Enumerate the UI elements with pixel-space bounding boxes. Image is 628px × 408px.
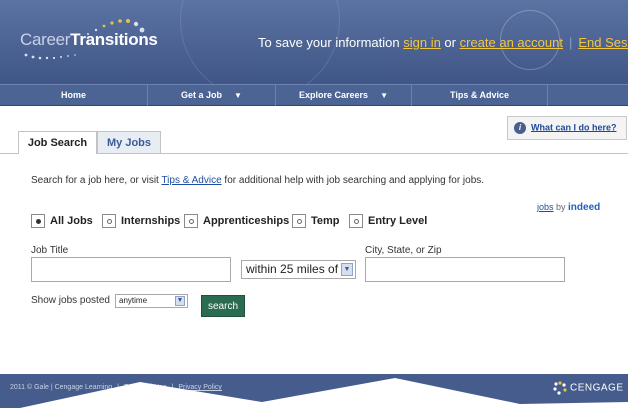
chevron-down-icon[interactable]: ▼ (341, 263, 353, 276)
jobs-link[interactable]: jobs (537, 202, 554, 212)
intro-text: Search for a job here, or visit Tips & A… (31, 175, 484, 186)
radio-all-jobs[interactable]: All Jobs (31, 214, 93, 230)
save-info-message: To save your information sign in or crea… (258, 35, 628, 50)
chevron-down-icon[interactable]: ▼ (175, 296, 185, 306)
radio-label: All Jobs (50, 215, 93, 227)
logo-dots-icon (24, 53, 76, 60)
nav-item-explore-careers[interactable]: Explore Careers ▼ (276, 85, 412, 106)
show-jobs-posted-label: Show jobs posted (31, 295, 110, 306)
radio-entry-level[interactable]: Entry Level (349, 214, 427, 230)
save-prefix-text: To save your information (258, 35, 404, 50)
nav-item-tips-advice[interactable]: Tips & Advice (412, 85, 548, 106)
tab-job-search[interactable]: Job Search (18, 131, 97, 154)
chevron-down-icon: ▼ (380, 91, 388, 100)
radio-temp[interactable]: Temp (292, 214, 340, 230)
radio-label: Temp (311, 215, 340, 227)
radio-dot-icon (297, 219, 302, 225)
posted-date-select[interactable]: anytime ▼ (115, 294, 188, 308)
radio-label: Internships (121, 215, 181, 227)
tab-my-jobs[interactable]: My Jobs (97, 131, 161, 153)
logo-career-text: Career (20, 30, 71, 49)
jobs-by-indeed: jobs by indeed (537, 202, 600, 213)
nav-item-label: Explore Careers (299, 90, 369, 100)
site-header: CareerTransitions To save your informati… (0, 0, 628, 84)
help-label: What can I do here? (531, 122, 617, 133)
info-icon: i (514, 122, 526, 134)
nav-item-label: Get a Job (181, 90, 223, 100)
what-can-i-do-link[interactable]: i What can I do here? (514, 122, 617, 134)
radio-label: Apprenticeships (203, 215, 290, 227)
radio-button[interactable] (31, 214, 45, 229)
radio-dot-icon (107, 219, 112, 225)
search-button[interactable]: search (201, 295, 245, 317)
torn-edge-decoration (0, 378, 628, 408)
nav-item-label: Home (60, 90, 86, 100)
nav-item-label: Tips & Advice (449, 90, 510, 100)
or-text: or (440, 35, 460, 50)
intro-after: for additional help with job searching a… (221, 175, 485, 186)
chevron-down-icon: ▼ (234, 91, 242, 100)
tab-label: Job Search (27, 137, 88, 149)
by-text: by (553, 202, 569, 212)
radio-button[interactable] (102, 214, 116, 229)
main-nav: Home Get a Job ▼ Explore Careers ▼ Tips & … (0, 84, 628, 106)
tab-label: My Jobs (106, 137, 151, 149)
radio-internships[interactable]: Internships (102, 214, 180, 230)
nav-item-get-a-job[interactable]: Get a Job ▼ (148, 85, 276, 106)
intro-before: Search for a job here, or visit (31, 175, 162, 186)
end-session-link[interactable]: End Sessio (578, 35, 628, 50)
sign-in-link[interactable]: sign in (403, 35, 441, 50)
nav-item-home[interactable]: Home (0, 85, 148, 106)
job-title-input[interactable] (31, 257, 231, 282)
header-separator: | (568, 35, 573, 50)
radio-dot-icon (36, 219, 41, 225)
radio-dot-icon (354, 219, 359, 225)
tips-advice-link[interactable]: Tips & Advice (161, 175, 221, 186)
radio-apprenticeships[interactable]: Apprenticeships (184, 214, 289, 230)
create-account-link[interactable]: create an account (460, 35, 563, 50)
logo-transitions-text: Transitions (70, 30, 158, 49)
job-title-label: Job Title (31, 245, 69, 256)
radio-button[interactable] (292, 214, 306, 229)
radio-dot-icon (189, 219, 194, 225)
distance-select-value: within 25 miles of (246, 262, 339, 276)
location-input[interactable] (365, 257, 565, 282)
radio-button[interactable] (184, 214, 198, 229)
distance-select[interactable]: within 25 miles of ▼ (241, 260, 356, 279)
radio-button[interactable] (349, 214, 363, 229)
location-label: City, State, or Zip (365, 245, 442, 256)
career-transitions-logo[interactable]: CareerTransitions (20, 30, 158, 50)
indeed-logo[interactable]: indeed (568, 202, 600, 213)
posted-date-value: anytime (119, 296, 148, 305)
radio-label: Entry Level (368, 215, 428, 227)
